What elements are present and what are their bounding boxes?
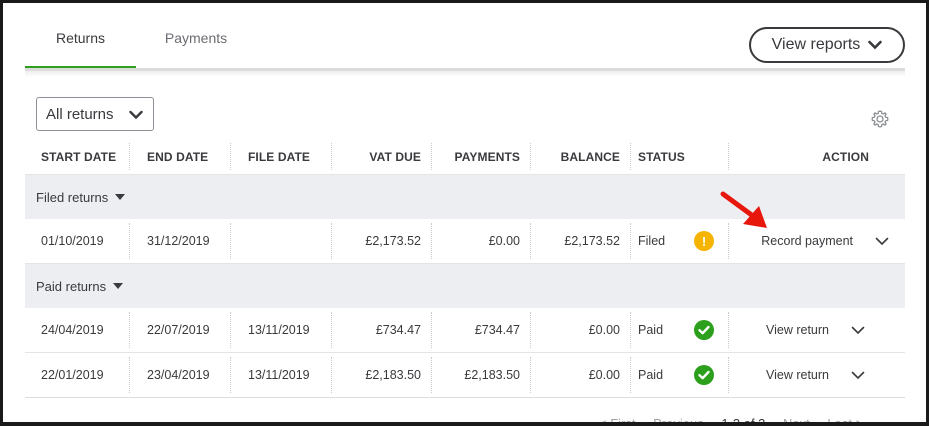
next-page-link[interactable]: Next — [783, 416, 810, 422]
view-reports-label: View reports — [771, 36, 861, 53]
cell-vat-due: £2,173.52 — [365, 234, 421, 248]
group-header-paid-returns[interactable]: Paid returns — [25, 264, 905, 308]
header-file-date[interactable]: FILE DATE — [230, 139, 331, 174]
last-page-link[interactable]: Last > — [827, 416, 863, 422]
cell-file-date: 13/11/2019 — [248, 368, 310, 382]
pagination: < First Previous 1-3 of 3 Next Last > — [599, 416, 877, 426]
chevron-down-icon[interactable] — [875, 237, 889, 246]
column-divider — [331, 143, 332, 170]
header-end-date[interactable]: END DATE — [129, 139, 230, 174]
cell-balance: £0.00 — [588, 323, 620, 337]
exclamation-circle-icon: ! — [694, 231, 714, 251]
column-divider — [530, 223, 531, 259]
column-divider — [630, 312, 631, 348]
column-divider — [431, 312, 432, 348]
cell-action: View return — [728, 308, 905, 352]
cell-start-date: 01/10/2019 — [41, 234, 104, 248]
gear-icon[interactable] — [870, 109, 890, 129]
cell-vat-due: £734.47 — [375, 323, 421, 337]
cell-balance: £0.00 — [588, 368, 620, 382]
view-reports-button[interactable]: View reports — [749, 27, 905, 63]
cell-payments: £2,183.50 — [464, 368, 520, 382]
column-divider — [230, 357, 231, 393]
cell-file-date — [230, 219, 331, 263]
cell-end-date: 23/04/2019 — [147, 368, 210, 382]
cell-balance: £2,173.52 — [564, 234, 620, 248]
app-window: Returns Payments View reports All return… — [0, 0, 929, 426]
chevron-down-icon — [868, 40, 883, 50]
column-divider — [129, 223, 130, 259]
column-divider — [630, 357, 631, 393]
column-divider — [630, 143, 631, 170]
column-divider — [129, 312, 130, 348]
cell-start-date: 24/04/2019 — [41, 323, 104, 337]
column-divider — [331, 357, 332, 393]
column-divider — [728, 312, 729, 348]
cell-start-date: 22/01/2019 — [41, 368, 104, 382]
header-balance[interactable]: BALANCE — [530, 139, 630, 174]
cell-end-date: 31/12/2019 — [147, 234, 210, 248]
check-circle-icon — [694, 320, 714, 340]
column-divider — [129, 143, 130, 170]
table-header-row: START DATE END DATE FILE DATE VAT DUE PA… — [25, 139, 905, 175]
group-header-filed-returns[interactable]: Filed returns — [25, 175, 905, 219]
check-circle-icon — [694, 365, 714, 385]
record-payment-button[interactable]: Record payment — [761, 234, 853, 248]
caret-down-icon — [113, 283, 124, 289]
cell-payments: £0.00 — [488, 234, 520, 248]
returns-filter-dropdown[interactable]: All returns — [36, 97, 154, 131]
tab-returns[interactable]: Returns — [25, 3, 136, 69]
group-label: Paid returns — [36, 278, 107, 294]
column-divider — [630, 223, 631, 259]
header-start-date[interactable]: START DATE — [25, 139, 129, 174]
header-action: ACTION — [822, 149, 869, 164]
caret-down-icon — [115, 194, 126, 200]
view-return-button[interactable]: View return — [766, 368, 829, 382]
chevron-down-icon[interactable] — [851, 371, 865, 380]
column-divider — [431, 357, 432, 393]
tab-payments[interactable]: Payments — [136, 3, 256, 68]
column-divider — [530, 312, 531, 348]
column-divider — [728, 143, 729, 170]
header-vat-due[interactable]: VAT DUE — [331, 139, 431, 174]
chevron-down-icon — [129, 110, 143, 120]
header-status[interactable]: STATUS — [630, 139, 728, 174]
column-divider — [431, 143, 432, 170]
column-divider — [728, 357, 729, 393]
table-row: 24/04/2019 22/07/2019 13/11/2019 £734.47… — [25, 308, 905, 353]
chevron-down-icon[interactable] — [851, 326, 865, 335]
column-divider — [530, 143, 531, 170]
column-divider — [230, 143, 231, 170]
vat-returns-table: START DATE END DATE FILE DATE VAT DUE PA… — [25, 139, 905, 398]
column-divider — [230, 223, 231, 259]
column-divider — [129, 357, 130, 393]
cell-vat-due: £2,183.50 — [365, 368, 421, 382]
cell-payments: £734.47 — [474, 323, 520, 337]
column-divider — [331, 223, 332, 259]
table-row: 22/01/2019 23/04/2019 13/11/2019 £2,183.… — [25, 353, 905, 398]
column-divider — [331, 312, 332, 348]
column-divider — [431, 223, 432, 259]
column-divider — [230, 312, 231, 348]
filter-selected-value: All returns — [46, 105, 114, 123]
group-label: Filed returns — [36, 189, 109, 205]
first-page-link[interactable]: < First — [599, 416, 635, 422]
cell-file-date: 13/11/2019 — [248, 323, 310, 337]
red-arrow-annotation-icon — [720, 191, 767, 228]
previous-page-link[interactable]: Previous — [653, 416, 704, 422]
cell-action: View return — [728, 353, 905, 397]
table-row: 01/10/2019 31/12/2019 £2,173.52 £0.00 £2… — [25, 219, 905, 264]
page-range: 1-3 of 3 — [721, 416, 766, 426]
header-payments[interactable]: PAYMENTS — [431, 139, 530, 174]
column-divider — [530, 357, 531, 393]
tabs-shadow — [25, 71, 905, 77]
view-return-button[interactable]: View return — [766, 323, 829, 337]
cell-end-date: 22/07/2019 — [147, 323, 210, 337]
